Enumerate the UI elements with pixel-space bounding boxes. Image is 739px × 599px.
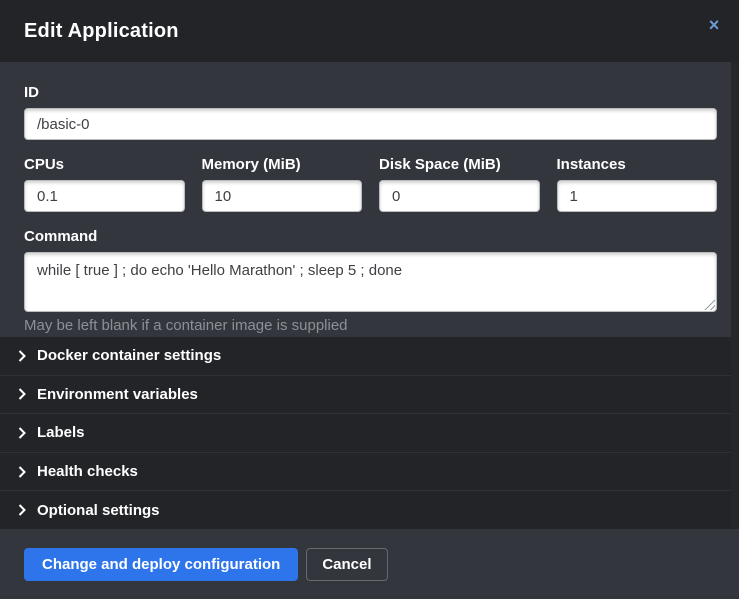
accordion: Docker container settings Environment va… [0, 337, 739, 529]
accordion-labels[interactable]: Labels [0, 413, 739, 452]
chevron-right-icon [18, 350, 26, 362]
id-field-group: ID [24, 84, 717, 140]
accordion-label: Optional settings [37, 502, 160, 519]
disk-input[interactable] [379, 180, 540, 212]
id-label: ID [24, 84, 717, 101]
command-help-text: May be left blank if a container image i… [24, 317, 717, 334]
chevron-right-icon [18, 388, 26, 400]
cancel-button[interactable]: Cancel [306, 548, 387, 581]
close-icon: × [709, 15, 720, 35]
resources-row: CPUs Memory (MiB) Disk Space (MiB) Insta… [24, 156, 717, 212]
command-textarea[interactable]: while [ true ] ; do echo 'Hello Marathon… [24, 252, 717, 312]
command-label: Command [24, 228, 717, 245]
memory-field-group: Memory (MiB) [202, 156, 363, 212]
cpus-label: CPUs [24, 156, 185, 173]
accordion-label: Docker container settings [37, 347, 221, 364]
accordion-health-checks[interactable]: Health checks [0, 452, 739, 491]
instances-field-group: Instances [557, 156, 718, 212]
accordion-label: Environment variables [37, 386, 198, 403]
command-textarea-wrap: while [ true ] ; do echo 'Hello Marathon… [24, 252, 717, 312]
application-form: ID CPUs Memory (MiB) Disk Space (MiB) In [0, 62, 739, 337]
accordion-environment-variables[interactable]: Environment variables [0, 375, 739, 414]
chevron-right-icon [18, 466, 26, 478]
accordion-docker-container-settings[interactable]: Docker container settings [0, 337, 739, 375]
close-button[interactable]: × [703, 14, 725, 36]
cpus-input[interactable] [24, 180, 185, 212]
change-and-deploy-button[interactable]: Change and deploy configuration [24, 548, 298, 581]
chevron-right-icon [18, 427, 26, 439]
modal-title: Edit Application [24, 20, 179, 43]
disk-label: Disk Space (MiB) [379, 156, 540, 173]
memory-input[interactable] [202, 180, 363, 212]
accordion-label: Health checks [37, 463, 138, 480]
accordion-optional-settings[interactable]: Optional settings [0, 490, 739, 529]
modal-header: Edit Application × [0, 0, 739, 62]
scrollbar-track[interactable] [731, 62, 739, 529]
instances-input[interactable] [557, 180, 718, 212]
memory-label: Memory (MiB) [202, 156, 363, 173]
modal-footer: Change and deploy configuration Cancel [0, 529, 739, 599]
chevron-right-icon [18, 504, 26, 516]
command-field-group: Command while [ true ] ; do echo 'Hello … [24, 228, 717, 334]
accordion-label: Labels [37, 424, 85, 441]
modal-content: ID CPUs Memory (MiB) Disk Space (MiB) In [0, 62, 739, 529]
cpus-field-group: CPUs [24, 156, 185, 212]
instances-label: Instances [557, 156, 718, 173]
disk-field-group: Disk Space (MiB) [379, 156, 540, 212]
id-input[interactable] [24, 108, 717, 140]
edit-application-modal: Edit Application × ID CPUs Memory (MiB) [0, 0, 739, 599]
